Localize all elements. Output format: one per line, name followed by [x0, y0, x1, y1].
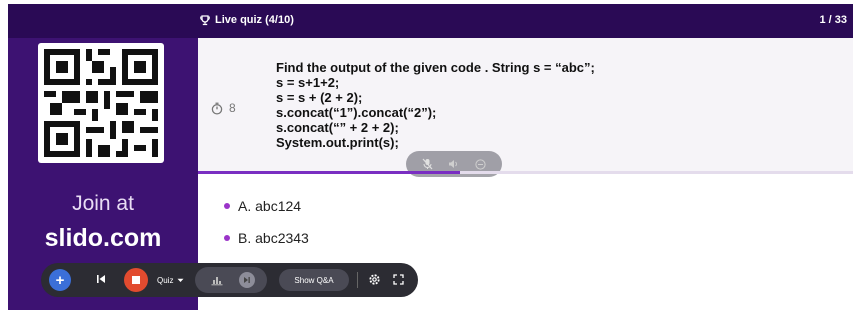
minus-circle-icon[interactable] [475, 158, 486, 170]
presentation-stage: Live quiz (4/10) 1 / 33 Join at slido.co… [8, 4, 853, 310]
timer-progress-bar [198, 171, 853, 174]
gear-icon [369, 274, 380, 285]
option-label: A. abc124 [238, 198, 302, 214]
timer-value: 8 [229, 101, 236, 115]
question-area: 8 Find the output of the given code . St… [198, 38, 853, 171]
answer-option[interactable]: B. abc2343 [224, 230, 309, 246]
quiz-dropdown[interactable]: Quiz [157, 271, 184, 289]
volume-icon[interactable] [448, 159, 459, 169]
bullet-icon [224, 203, 230, 209]
results-control-group [195, 267, 267, 293]
live-quiz-label: Live quiz (4/10) [215, 14, 294, 26]
trophy-icon [200, 14, 210, 25]
stop-button[interactable] [124, 268, 148, 292]
settings-button[interactable] [368, 273, 381, 286]
question-line: System.out.print(s); [276, 135, 399, 150]
join-label: Join at [72, 192, 134, 215]
top-bar: Live quiz (4/10) 1 / 33 [8, 4, 853, 38]
progress-fill [198, 171, 460, 174]
next-button[interactable] [239, 272, 255, 288]
stopwatch-icon [211, 102, 223, 115]
question-timer: 8 [211, 101, 236, 115]
bar-chart-icon[interactable] [211, 275, 223, 286]
answer-option[interactable]: A. abc124 [224, 198, 301, 214]
show-qa-button[interactable]: Show Q&A [279, 269, 349, 291]
question-text: Find the output of the given code . Stri… [276, 60, 836, 150]
skip-next-icon [244, 277, 250, 283]
stop-icon [132, 276, 140, 284]
previous-button[interactable] [96, 274, 106, 284]
chevron-down-icon [177, 278, 184, 282]
mic-muted-icon[interactable] [422, 158, 433, 170]
question-line: Find the output of the given code . Stri… [276, 60, 595, 75]
add-button[interactable]: + [49, 269, 71, 291]
quiz-dropdown-label: Quiz [157, 275, 174, 285]
option-label: B. abc2343 [238, 230, 309, 246]
qr-code [38, 43, 164, 163]
skip-previous-icon [97, 275, 105, 283]
fullscreen-button[interactable] [393, 274, 404, 285]
presenter-toolbar: + Quiz Show Q&A [41, 263, 418, 297]
question-counter: 1 / 33 [819, 14, 847, 26]
question-line: s = s + (2 + 2); [276, 90, 363, 105]
join-domain: slido.com [44, 224, 162, 252]
live-quiz-indicator: Live quiz (4/10) [200, 14, 294, 26]
question-line: s = s+1+2; [276, 75, 340, 90]
fullscreen-icon [393, 274, 404, 285]
toolbar-divider [357, 272, 358, 288]
question-line: s.concat(“” + 2 + 2); [276, 120, 399, 135]
bullet-icon [224, 235, 230, 241]
question-line: s.concat(“1”).concat(“2”); [276, 105, 437, 120]
